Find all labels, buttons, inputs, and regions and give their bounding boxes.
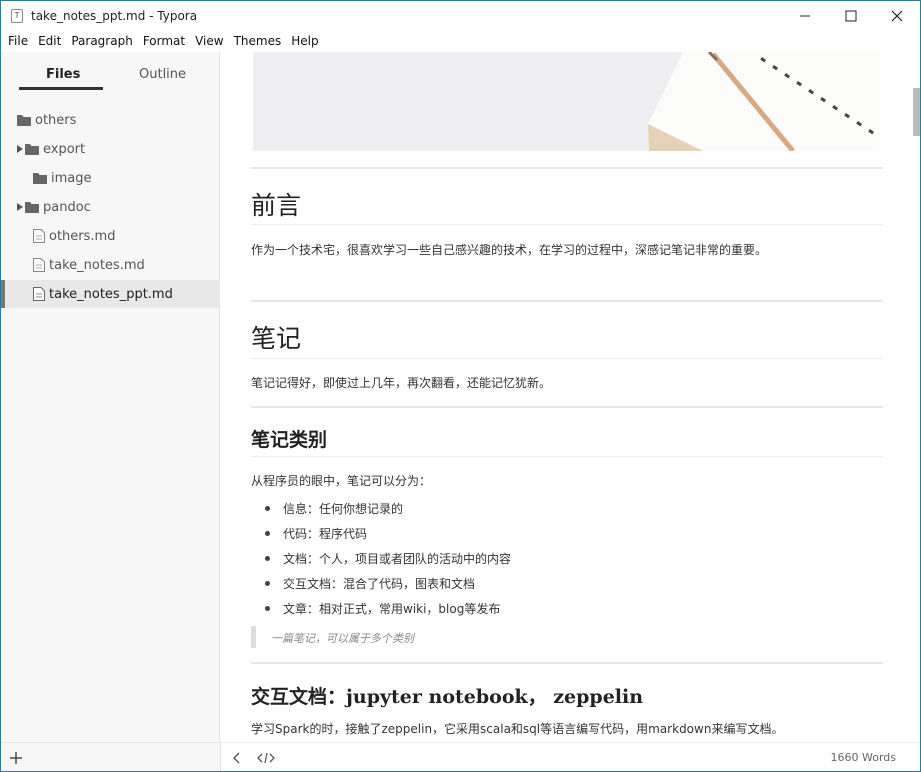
tree-item-export[interactable]: export xyxy=(1,135,220,163)
tree-item-label: take_notes.md xyxy=(49,257,145,273)
sidebar-footer xyxy=(1,742,221,771)
source-code-mode-icon[interactable] xyxy=(257,751,275,765)
maximize-button[interactable] xyxy=(828,1,874,31)
tree-item-take-notes-ppt-md[interactable]: take_notes_ppt.md xyxy=(1,280,220,308)
tree-item-label: pandoc xyxy=(43,199,91,215)
tab-outline[interactable]: Outline xyxy=(139,67,186,82)
status-bar: 1660 Words xyxy=(221,742,920,771)
toggle-sidebar-chevron-left-icon[interactable] xyxy=(231,751,241,765)
menu-themes[interactable]: Themes xyxy=(229,31,287,52)
horizontal-rule xyxy=(251,662,883,664)
sidebar: Files Outline others export image pandoc… xyxy=(1,52,220,742)
minimize-icon xyxy=(800,15,810,17)
paragraph-categories: 从程序员的眼中，笔记可以分为： xyxy=(251,474,432,488)
minimize-button[interactable] xyxy=(782,1,828,31)
title-bar: T take_notes_ppt.md - Typora xyxy=(1,1,920,31)
notebook-pencil-image xyxy=(253,52,879,151)
menu-edit[interactable]: Edit xyxy=(33,31,66,52)
heading-underline xyxy=(251,224,883,225)
add-icon[interactable] xyxy=(9,751,23,765)
tree-item-label: others xyxy=(35,112,77,128)
bullet-icon xyxy=(265,606,270,611)
word-count[interactable]: 1660 Words xyxy=(831,751,897,764)
heading-preface: 前言 xyxy=(251,191,302,220)
menu-bar: File Edit Paragraph Format View Themes H… xyxy=(1,31,920,52)
file-icon xyxy=(33,229,45,243)
typora-app-icon: T xyxy=(11,9,23,23)
maximize-icon xyxy=(845,10,857,22)
tree-item-take-notes-md[interactable]: take_notes.md xyxy=(1,251,220,279)
horizontal-rule xyxy=(251,300,883,302)
heading-notes: 笔记 xyxy=(251,324,302,353)
vertical-scrollbar[interactable] xyxy=(911,52,920,742)
list-item: 信息：任何你想记录的 xyxy=(265,500,403,517)
list-item: 代码：程序代码 xyxy=(265,525,367,542)
paragraph-notes: 笔记记得好，即使过上几年，再次翻看，还能记忆犹新。 xyxy=(251,376,552,390)
tree-item-others-md[interactable]: others.md xyxy=(1,222,220,250)
bullet-icon xyxy=(265,531,270,536)
list-item-text: 交互文档：混合了代码，图表和文档 xyxy=(283,577,476,591)
tree-item-label: image xyxy=(51,170,92,186)
tree-item-label: take_notes_ppt.md xyxy=(49,286,173,302)
bullet-icon xyxy=(265,506,270,511)
scrollbar-thumb[interactable] xyxy=(913,88,920,136)
blockquote-text: 一篇笔记，可以属于多个类别 xyxy=(271,632,414,645)
window-title: take_notes_ppt.md - Typora xyxy=(31,9,198,23)
editor-content[interactable]: 前言 作为一个技术宅，很喜欢学习一些自己感兴趣的技术，在学习的过程中，深感记笔记… xyxy=(221,52,911,742)
caret-right-icon[interactable] xyxy=(17,203,23,211)
bullet-icon xyxy=(265,581,270,586)
menu-paragraph[interactable]: Paragraph xyxy=(66,31,137,52)
horizontal-rule xyxy=(251,167,883,169)
folder-icon xyxy=(33,172,47,184)
paragraph-interactive-docs: 学习Spark的时，接触了zeppelin，它采用scala和sql等语言编写代… xyxy=(251,722,784,736)
folder-icon xyxy=(25,143,39,155)
file-icon xyxy=(33,258,45,272)
caret-right-icon[interactable] xyxy=(17,145,23,153)
menu-help[interactable]: Help xyxy=(286,31,323,52)
menu-format[interactable]: Format xyxy=(138,31,190,52)
list-item: 文章：相对正式，常用wiki，blog等发布 xyxy=(265,600,500,617)
blockquote-bar xyxy=(251,626,256,648)
menu-view[interactable]: View xyxy=(190,31,228,52)
tree-item-label: export xyxy=(43,141,86,157)
header-image xyxy=(253,52,879,151)
heading-underline xyxy=(251,456,883,457)
paragraph-preface: 作为一个技术宅，很喜欢学习一些自己感兴趣的技术，在学习的过程中，深感记笔记非常的… xyxy=(251,243,768,257)
selection-indicator xyxy=(1,280,5,308)
tree-item-others[interactable]: others xyxy=(1,106,220,134)
list-item: 交互文档：混合了代码，图表和文档 xyxy=(265,575,475,592)
tree-item-pandoc[interactable]: pandoc xyxy=(1,193,220,221)
tab-files[interactable]: Files xyxy=(46,67,80,82)
folder-icon xyxy=(17,114,31,126)
tree-item-image[interactable]: image xyxy=(1,164,220,192)
list-item: 文档：个人，项目或者团队的活动中的内容 xyxy=(265,550,511,567)
folder-icon xyxy=(25,201,39,213)
active-tab-indicator xyxy=(19,87,103,90)
list-item-text: 代码：程序代码 xyxy=(283,527,368,541)
list-item-text: 文章：相对正式，常用wiki，blog等发布 xyxy=(283,602,501,616)
heading-note-categories: 笔记类别 xyxy=(251,429,328,451)
close-icon xyxy=(891,10,903,22)
heading-interactive-docs: 交互文档：jupyter notebook， zeppelin xyxy=(251,686,644,708)
window-controls xyxy=(782,1,920,31)
close-button[interactable] xyxy=(874,1,920,31)
tree-item-label: others.md xyxy=(49,228,116,244)
typora-window: T take_notes_ppt.md - Typora File Edit P… xyxy=(0,0,921,772)
heading-underline xyxy=(251,358,883,359)
sidebar-tabs: Files Outline xyxy=(1,52,220,92)
file-icon xyxy=(33,287,45,301)
bullet-icon xyxy=(265,556,270,561)
list-item-text: 信息：任何你想记录的 xyxy=(283,502,404,516)
list-item-text: 文档：个人，项目或者团队的活动中的内容 xyxy=(283,552,512,566)
menu-file[interactable]: File xyxy=(3,31,33,52)
horizontal-rule xyxy=(251,406,883,408)
